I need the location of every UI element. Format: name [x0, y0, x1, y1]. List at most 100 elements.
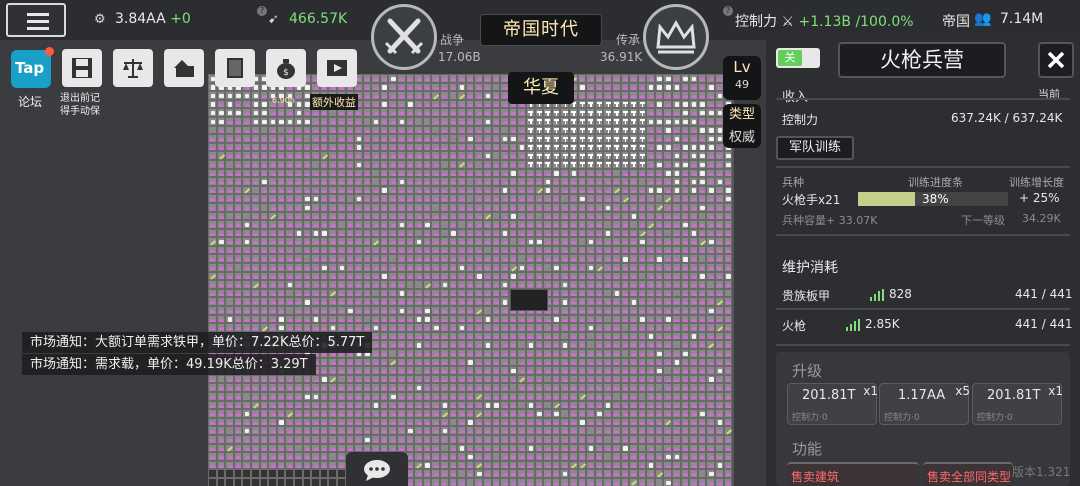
map-cell[interactable] [448, 263, 458, 272]
map-cell[interactable] [723, 237, 733, 246]
map-cell[interactable] [560, 254, 569, 264]
map-cell[interactable] [268, 116, 277, 126]
map-cell[interactable] [663, 460, 673, 470]
map-cell[interactable] [594, 151, 604, 160]
map-cell[interactable] [551, 400, 561, 410]
map-cell[interactable] [379, 245, 389, 255]
map-cell[interactable] [483, 409, 492, 418]
map-cell[interactable] [697, 99, 707, 109]
map-cell[interactable] [620, 374, 630, 384]
map-cell[interactable] [405, 400, 415, 410]
map-cell[interactable] [500, 237, 509, 246]
map-cell[interactable] [448, 374, 458, 384]
map-cell[interactable] [603, 374, 612, 384]
map-cell[interactable] [311, 116, 320, 126]
map-cell[interactable] [525, 323, 535, 332]
map-cell[interactable] [517, 245, 526, 255]
map-cell[interactable] [620, 349, 630, 358]
map-cell[interactable] [354, 391, 363, 401]
map-cell[interactable] [440, 74, 449, 83]
map-cell[interactable] [620, 74, 630, 83]
map-cell[interactable] [723, 159, 733, 169]
map-cell[interactable] [508, 220, 518, 229]
map-cell[interactable] [706, 245, 716, 255]
map-cell[interactable] [483, 245, 492, 255]
map-cell[interactable] [328, 280, 337, 289]
map-cell[interactable] [225, 434, 234, 444]
map-cell[interactable] [551, 194, 561, 203]
map-cell[interactable] [706, 159, 716, 169]
map-cell[interactable] [620, 288, 630, 298]
map-cell[interactable] [465, 297, 475, 307]
map-cell[interactable] [663, 314, 673, 324]
map-cell[interactable] [551, 391, 561, 401]
video-bonus-button[interactable] [317, 49, 357, 87]
map-cell[interactable] [715, 477, 724, 486]
map-cell[interactable] [680, 477, 690, 486]
map-cell[interactable] [551, 349, 561, 358]
map-cell[interactable] [250, 391, 260, 401]
map-cell[interactable] [345, 220, 355, 229]
map-cell[interactable] [551, 460, 561, 470]
map-cell[interactable] [259, 323, 269, 332]
map-cell[interactable] [646, 74, 655, 83]
map-cell[interactable] [603, 159, 612, 169]
map-cell[interactable] [208, 400, 217, 410]
map-cell[interactable] [689, 460, 698, 470]
map-cell[interactable] [654, 443, 664, 453]
map-cell[interactable] [336, 116, 346, 126]
map-cell[interactable] [603, 400, 612, 410]
map-cell[interactable] [336, 168, 346, 178]
map-cell[interactable] [594, 340, 604, 349]
map-cell[interactable] [603, 452, 612, 461]
map-cell[interactable] [620, 82, 630, 92]
map-cell[interactable] [689, 220, 698, 229]
map-cell[interactable] [637, 211, 647, 221]
map-cell[interactable] [345, 245, 355, 255]
map-cell[interactable] [440, 82, 449, 92]
map-cell[interactable] [568, 134, 578, 143]
map-cell[interactable] [568, 159, 578, 169]
map-cell[interactable] [242, 460, 251, 470]
map-cell[interactable] [422, 477, 432, 486]
map-cell[interactable] [302, 280, 312, 289]
map-cell[interactable] [379, 400, 389, 410]
map-cell[interactable] [654, 74, 664, 83]
map-cell[interactable] [465, 116, 475, 126]
map-cell[interactable] [483, 288, 492, 298]
map-cell[interactable] [405, 383, 415, 392]
map-cell[interactable] [491, 383, 501, 392]
map-cell[interactable] [543, 349, 552, 358]
map-cell[interactable] [448, 306, 458, 315]
map-cell[interactable] [646, 151, 655, 160]
map-cell[interactable] [637, 185, 647, 195]
map-cell[interactable] [474, 142, 483, 152]
map-cell[interactable] [672, 177, 681, 186]
map-cell[interactable] [465, 400, 475, 410]
map-cell[interactable] [440, 349, 449, 358]
map-cell[interactable] [328, 142, 337, 152]
map-cell[interactable] [706, 366, 716, 375]
map-cell[interactable] [431, 237, 441, 246]
map-cell[interactable] [431, 202, 441, 212]
map-cell[interactable] [354, 159, 363, 169]
map-cell[interactable] [534, 151, 544, 160]
map-cell[interactable] [689, 211, 698, 221]
map-cell[interactable] [672, 280, 681, 289]
map-cell[interactable] [379, 391, 389, 401]
map-cell[interactable] [345, 271, 355, 281]
map-cell[interactable] [465, 194, 475, 203]
map-cell[interactable] [534, 374, 544, 384]
map-cell[interactable] [319, 134, 329, 143]
map-cell[interactable] [250, 306, 260, 315]
map-cell[interactable] [654, 159, 664, 169]
map-cell[interactable] [534, 331, 544, 341]
map-cell[interactable] [259, 159, 269, 169]
map-cell[interactable] [646, 202, 655, 212]
map-cell[interactable] [259, 469, 269, 478]
map-cell[interactable] [422, 185, 432, 195]
map-cell[interactable] [208, 306, 217, 315]
map-cell[interactable] [568, 297, 578, 307]
map-cell[interactable] [233, 443, 243, 453]
map-cell[interactable] [276, 314, 286, 324]
